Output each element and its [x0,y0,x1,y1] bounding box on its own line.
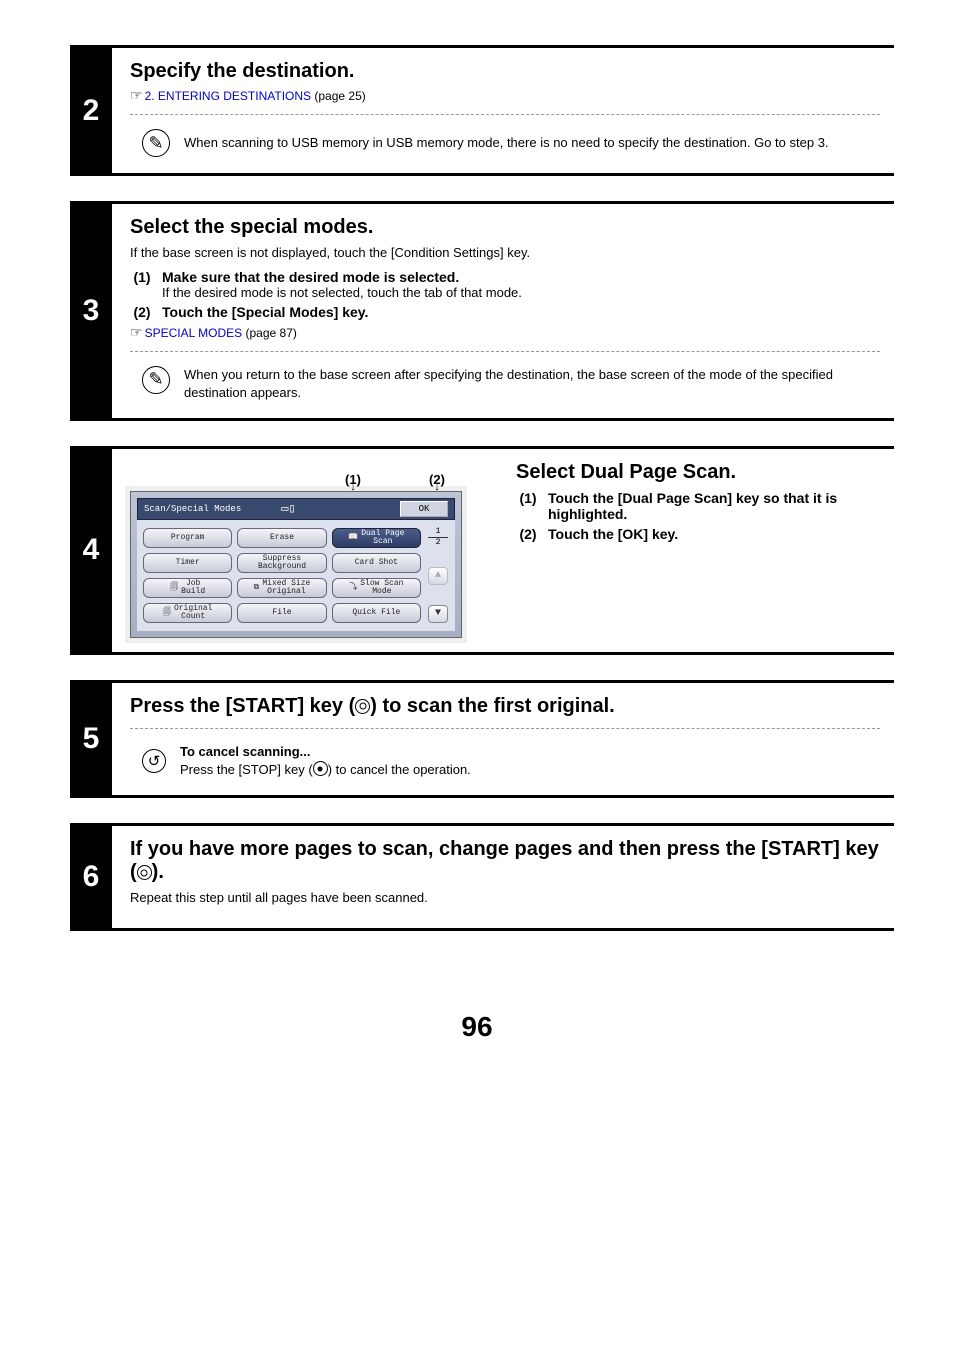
step3-note: When you return to the base screen after… [184,366,880,402]
card-shot-button[interactable]: Card Shot [332,553,421,573]
tab-icon: ▭▯ [281,501,295,516]
step-6: 6 If you have more pages to scan, change… [70,823,894,931]
job-build-icon: 🗐 [170,584,178,592]
step-3: 3 Select the special modes. If the base … [70,201,894,421]
step-4: 4 (1) ↓ (2) ↓ Scan/Special M [70,446,894,655]
page-number: 96 [0,1011,954,1043]
divider [130,114,880,115]
step3-item1-label: Make sure that the desired mode is selec… [162,269,459,285]
scroll-down-button[interactable]: ▼ [428,605,448,623]
job-build-button[interactable]: 🗐Job Build [143,578,232,598]
screen-title: Scan/Special Modes [144,504,241,514]
start-key-icon [355,699,370,714]
mixed-size-icon: ⧉ [254,584,260,592]
start-key-icon [137,865,152,880]
stop-key-icon [313,761,328,776]
step2-link-line: ☞2. ENTERING DESTINATIONS (page 25) [130,87,880,104]
quick-file-button[interactable]: Quick File [332,603,421,623]
step3-intro: If the base screen is not displayed, tou… [130,243,880,263]
dual-page-scan-button[interactable]: 📖Dual Page Scan [332,528,421,548]
cancel-text: Press the [STOP] key () to cancel the op… [180,761,880,779]
step-number-2: 2 [70,48,112,173]
step3-item2-label: Touch the [Special Modes] key. [162,304,368,320]
step4-title: Select Dual Page Scan. [516,461,880,484]
step6-title: If you have more pages to scan, change p… [130,838,880,884]
mixed-size-original-button[interactable]: ⧉Mixed Size Original [237,578,326,598]
step-number-5: 5 [70,683,112,795]
step2-note: When scanning to USB memory in USB memor… [184,134,880,152]
step6-body: Repeat this step until all pages have be… [130,888,880,908]
cancel-heading: To cancel scanning... [180,743,880,761]
pointing-hand-icon: ☞ [130,87,143,103]
step-number-6: 6 [70,826,112,928]
ok-button[interactable]: OK [400,501,448,517]
touchscreen-figure: Scan/Special Modes ▭▯ OK Program Erase 📖… [130,491,462,638]
step-number-3: 3 [70,204,112,418]
step-5: 5 Press the [START] key () to scan the f… [70,680,894,798]
timer-button[interactable]: Timer [143,553,232,573]
special-modes-link[interactable]: SPECIAL MODES [145,326,243,340]
pointing-hand-icon: ☞ [130,324,143,340]
entering-destinations-link[interactable]: 2. ENTERING DESTINATIONS [145,89,311,103]
page-indicator: 1 2 [428,528,448,547]
back-arrow-icon: ↺ [142,749,166,773]
step-number-4: 4 [70,449,112,652]
file-button[interactable]: File [237,603,326,623]
divider [130,351,880,352]
suppress-background-button[interactable]: Suppress Background [237,553,326,573]
scroll-up-button[interactable]: ▲ [428,567,448,585]
callouts: (1) ↓ (2) ↓ [130,461,490,489]
pencil-note-icon: ✎ [142,366,170,394]
step-2: 2 Specify the destination. ☞2. ENTERING … [70,45,894,176]
divider [130,728,880,729]
step5-title: Press the [START] key () to scan the fir… [130,695,880,718]
step4-item1: Touch the [Dual Page Scan] key so that i… [548,490,880,522]
original-count-icon: 🗐 [163,609,171,617]
book-icon: 📖 [348,534,358,542]
program-button[interactable]: Program [143,528,232,548]
step2-title: Specify the destination. [130,60,880,83]
step3-link-line: ☞SPECIAL MODES (page 87) [130,324,880,341]
pencil-note-icon: ✎ [142,129,170,157]
erase-button[interactable]: Erase [237,528,326,548]
step4-item2: Touch the [OK] key. [548,526,678,542]
step3-item1-desc: If the desired mode is not selected, tou… [162,285,880,300]
original-count-button[interactable]: 🗐Original Count [143,603,232,623]
slow-scan-icon: ⤵ [349,584,357,592]
special-modes-buttons: Program Erase 📖Dual Page Scan Timer Supp… [143,528,421,623]
step3-title: Select the special modes. [130,216,880,239]
slow-scan-mode-button[interactable]: ⤵Slow Scan Mode [332,578,421,598]
